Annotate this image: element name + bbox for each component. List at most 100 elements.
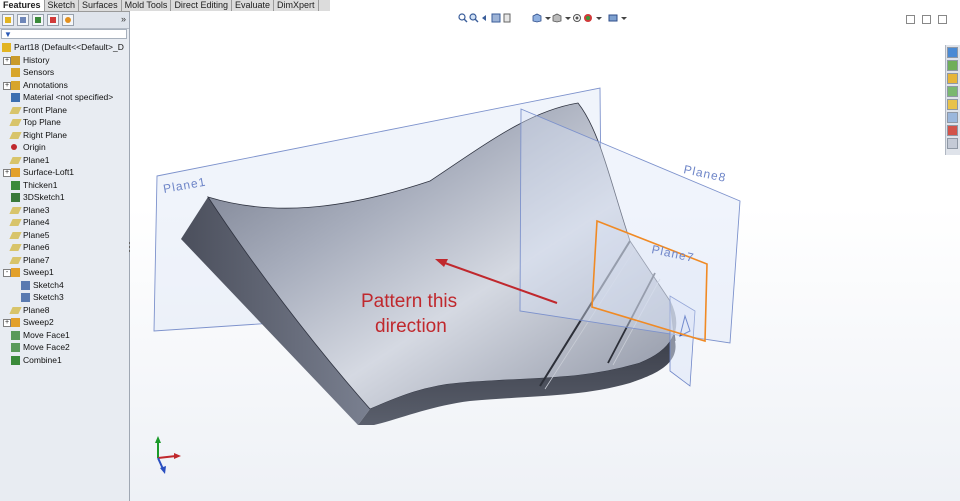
tree-item[interactable]: + History [0,54,129,67]
forum-icon[interactable] [947,138,958,149]
tree-item[interactable]: - Sweep1 [0,266,129,279]
tree-item[interactable]: + Annotations [0,79,129,92]
annotations-icon [11,80,20,90]
expand-toggle-icon[interactable]: + [3,319,11,327]
plane-icon [9,256,22,264]
tree-item-label: Front Plane [23,104,67,115]
tree-item-label: Plane4 [23,217,50,227]
tree-item-label: Top Plane [23,117,61,127]
tab-mold-tools[interactable]: Mold Tools [122,0,172,11]
panel-expand-chevron-icon[interactable]: » [121,14,126,24]
plane-icon [9,156,22,164]
tree-item-label: Plane7 [23,254,50,265]
move-face-icon [11,343,20,352]
display-manager-tab-icon[interactable] [62,14,74,26]
file-explorer-icon[interactable] [947,73,958,84]
tree-item[interactable]: Front Plane [0,104,129,117]
feature-manager-toolbar: » [0,12,129,29]
tree-item[interactable]: Combine1 [0,354,129,367]
plane-icon [9,219,22,226]
dimxpert-manager-tab-icon[interactable] [47,14,59,26]
tree-item[interactable]: Part18 (Default<<Default>_D [0,41,129,54]
tree-item-label: Sketch3 [33,292,64,302]
feature-manager-tab-icon[interactable] [2,14,14,26]
tree-item[interactable]: Sketch4 [0,279,129,292]
feature-tree: Part18 (Default<<Default>_D + History Senso… [0,41,129,366]
tree-item[interactable]: Plane4 [0,216,129,229]
tree-item[interactable]: Material <not specified> [0,91,129,104]
design-library-icon[interactable] [947,60,958,71]
tree-item-label: Plane5 [23,229,50,240]
tree-item[interactable]: Sensors [0,66,129,79]
tree-item-label: History [23,54,50,65]
tree-item-label: 3DSketch1 [23,192,65,202]
tab-direct-editing[interactable]: Direct Editing [171,0,232,11]
tree-item[interactable]: Move Face1 [0,329,129,342]
plane-icon [9,231,22,239]
tree-item-label: Sweep1 [23,267,54,277]
tree-item-label: Annotations [23,79,68,90]
thicken-icon [11,180,20,190]
tree-item[interactable]: Plane3 [0,204,129,217]
tree-item[interactable]: Top Plane [0,116,129,129]
tree-item-label: Surface-Loft1 [23,167,75,177]
tree-item[interactable]: Plane5 [0,229,129,242]
tree-item-label: Right Plane [23,129,67,140]
tree-filter-field[interactable]: ▼ [1,29,127,39]
tree-item[interactable]: Thicken1 [0,179,129,192]
tab-features[interactable]: Features [0,0,45,11]
tree-item[interactable]: Plane8 [0,304,129,317]
tree-item[interactable]: + Surface-Loft1 [0,166,129,179]
model-graphics: Plane1 Plane8 Plane7 Pattern this direct… [153,87,741,474]
tree-item[interactable]: 3DSketch1 [0,191,129,204]
tree-item[interactable]: Plane6 [0,241,129,254]
part-icon [2,43,11,52]
tree-item[interactable]: Move Face2 [0,341,129,354]
tab-evaluate[interactable]: Evaluate [232,0,274,11]
tab-dimxpert[interactable]: DimXpert [274,0,319,11]
filter-icon: ▼ [4,30,12,39]
graphics-viewport[interactable]: Plane1 Plane8 Plane7 Pattern this direct… [130,11,960,501]
tree-item-label: Part18 (Default<<Default>_D [14,42,124,52]
tree-item-label: Sketch4 [33,279,64,290]
tree-item-label: Origin [23,142,46,152]
tree-item[interactable]: Right Plane [0,129,129,142]
tab-surfaces[interactable]: Surfaces [79,0,122,11]
tree-item-label: Sensors [23,67,55,77]
view-palette-icon[interactable] [947,99,958,110]
custom-properties-icon[interactable] [947,125,958,136]
expand-toggle-icon[interactable]: + [3,169,11,177]
combine-icon [11,355,20,365]
tree-item[interactable]: Origin [0,141,129,154]
view-triad-icon [155,436,181,474]
search-icon[interactable] [947,86,958,97]
plane-icon [9,131,22,139]
tree-item-label: Move Face2 [23,342,70,352]
expand-toggle-icon[interactable]: + [3,81,11,90]
configuration-manager-tab-icon[interactable] [32,14,44,26]
tree-item[interactable]: Plane1 [0,154,129,167]
tree-item-label: Move Face1 [23,329,70,340]
tree-item-label: Combine1 [23,354,62,365]
sketch-icon [21,293,30,302]
expand-toggle-icon[interactable]: - [3,269,11,277]
annotation-text-line1: Pattern this [361,291,457,312]
material-icon [11,93,20,102]
tree-item[interactable]: Sketch3 [0,291,129,304]
appearances-scenes-icon[interactable] [947,112,958,123]
tree-item-label: Material <not specified> [23,92,114,102]
tree-item[interactable]: + Sweep2 [0,316,129,329]
tree-item-label: Plane3 [23,204,50,215]
property-manager-tab-icon[interactable] [17,14,29,26]
tree-item[interactable]: Plane7 [0,254,129,267]
origin-icon [11,144,17,150]
plane-icon [9,306,22,314]
plane-icon [9,106,22,114]
plane-icon [9,119,22,126]
tab-sketch[interactable]: Sketch [45,0,80,11]
expand-toggle-icon[interactable]: + [3,56,11,65]
tree-item-label: Thicken1 [23,179,58,190]
task-pane-strip [945,45,960,155]
feature-manager-panel: » ▼ Part18 (Default<<Default>_D + History S… [0,12,130,501]
solidworks-resources-icon[interactable] [947,47,958,58]
